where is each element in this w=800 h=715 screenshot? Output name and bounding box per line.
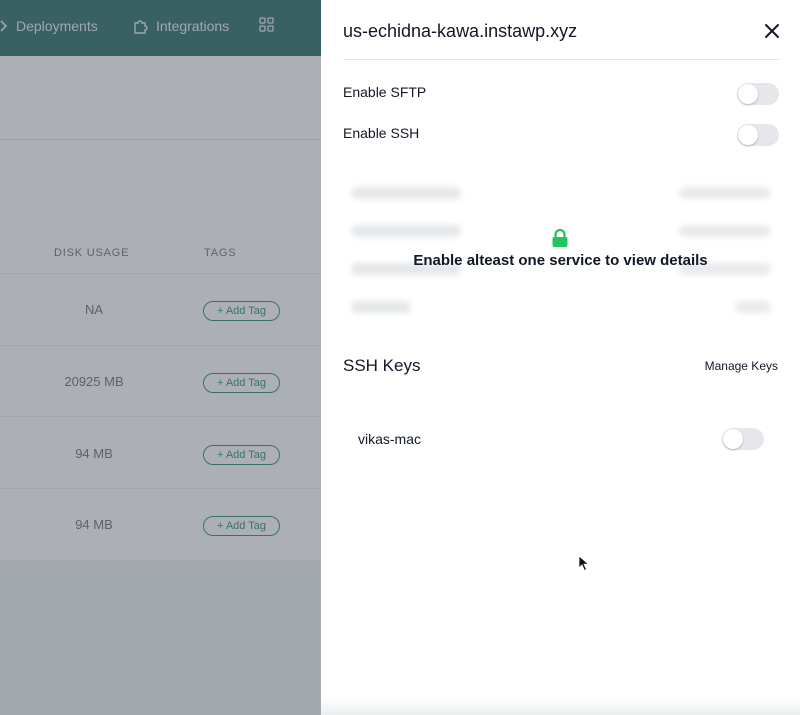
panel-bottom-edge bbox=[321, 697, 800, 715]
ssh-key-toggle[interactable] bbox=[722, 428, 764, 450]
panel-title: us-echidna-kawa.instawp.xyz bbox=[343, 21, 578, 41]
ssh-label: Enable SSH bbox=[343, 125, 420, 141]
close-icon bbox=[765, 24, 779, 38]
toggle-knob bbox=[738, 84, 758, 104]
header-divider bbox=[343, 59, 779, 60]
ssh-key-name: vikas-mac bbox=[358, 431, 422, 447]
ssh-keys-title: SSH Keys bbox=[343, 356, 421, 375]
site-details-panel: us-echidna-kawa.instawp.xyz Enable SFTP … bbox=[321, 0, 800, 715]
ssh-toggle[interactable] bbox=[737, 124, 779, 146]
sftp-label: Enable SFTP bbox=[343, 84, 427, 100]
mouse-cursor-icon bbox=[578, 555, 590, 572]
close-button[interactable] bbox=[761, 20, 783, 42]
toggle-knob bbox=[738, 125, 758, 145]
sftp-toggle[interactable] bbox=[737, 83, 779, 105]
locked-details-placeholder bbox=[343, 178, 779, 323]
lock-icon bbox=[551, 228, 569, 248]
manage-keys-link[interactable]: Manage Keys bbox=[705, 359, 778, 373]
locked-message: Enable alteast one service to view detai… bbox=[413, 252, 708, 269]
toggle-knob bbox=[723, 429, 743, 449]
